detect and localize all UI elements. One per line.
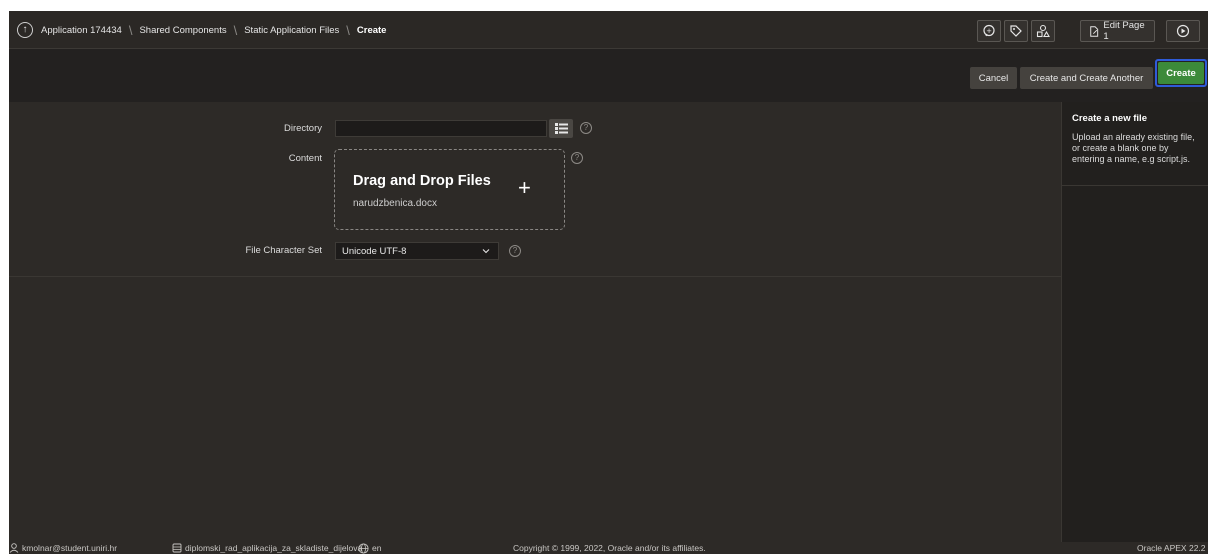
button-bar: Cancel Create and Create Another Create <box>9 49 1208 102</box>
breadcrumb: ↑ Application 174434 \ Shared Components… <box>17 21 386 39</box>
run-page-button[interactable] <box>1166 20 1200 42</box>
apex-builder-window: ↑ Application 174434 \ Shared Components… <box>9 11 1208 554</box>
edit-page-button[interactable]: Edit Page 1 <box>1080 20 1155 42</box>
charset-select[interactable]: Unicode UTF-8 <box>335 242 499 260</box>
create-another-button[interactable]: Create and Create Another <box>1020 67 1153 89</box>
user-icon <box>9 543 19 553</box>
help-block: Create a new file Upload an already exis… <box>1062 102 1208 186</box>
feedback-button[interactable]: + <box>977 20 1001 42</box>
breadcrumb-separator: \ <box>346 22 350 38</box>
charset-value: Unicode UTF-8 <box>342 245 407 257</box>
globe-icon <box>358 542 369 554</box>
feedback-icon: + <box>983 24 995 37</box>
shapes-icon <box>1036 24 1050 38</box>
dropzone-title: Drag and Drop Files <box>353 173 491 189</box>
breadcrumb-separator: \ <box>128 22 133 38</box>
footer-workspace-label: diplomski_rad_aplikacija_za_skladiste_di… <box>185 543 363 553</box>
chevron-down-icon <box>482 249 490 254</box>
edit-page-label: Edit Page 1 <box>1103 20 1145 42</box>
shared-components-button[interactable] <box>1004 20 1028 42</box>
svg-text:+: + <box>986 27 992 35</box>
list-icon <box>554 123 568 134</box>
dropzone-filename: narudzbenica.docx <box>353 198 437 209</box>
breadcrumb-current: Create <box>356 24 387 36</box>
directory-list-button[interactable] <box>549 119 573 138</box>
arrow-up-icon[interactable]: ↑ <box>17 22 33 38</box>
footer-language[interactable]: en <box>358 542 381 554</box>
create-button[interactable]: Create <box>1158 62 1204 84</box>
cancel-button[interactable]: Cancel <box>970 67 1017 89</box>
play-icon <box>1176 24 1190 38</box>
footer-copyright: Copyright © 1999, 2022, Oracle and/or it… <box>513 543 706 553</box>
tag-icon <box>1010 25 1022 37</box>
footer-user-label: kmolnar@student.uniri.hr <box>22 543 118 553</box>
charset-help-icon[interactable]: ? <box>509 245 521 257</box>
help-sidebar: Create a new file Upload an already exis… <box>1061 102 1208 542</box>
breadcrumb-application[interactable]: Application 174434 <box>41 25 122 36</box>
content-label: Content <box>288 153 322 164</box>
directory-input[interactable] <box>335 120 547 137</box>
edit-page-icon <box>1090 25 1099 37</box>
footer-workspace[interactable]: diplomski_rad_aplikacija_za_skladiste_di… <box>172 542 362 554</box>
file-dropzone[interactable]: Drag and Drop Files narudzbenica.docx + <box>334 149 565 230</box>
charset-label: File Character Set <box>245 245 322 256</box>
help-text: Upload an already existing file, or crea… <box>1072 132 1195 164</box>
header-bar: ↑ Application 174434 \ Shared Components… <box>9 11 1208 49</box>
plus-icon: + <box>518 175 531 200</box>
main-region: Directory ? Content Drag and Drop Files … <box>9 102 1061 542</box>
breadcrumb-shared-components[interactable]: Shared Components <box>139 25 226 36</box>
footer-user[interactable]: kmolnar@student.uniri.hr <box>9 542 117 554</box>
footer-version: Oracle APEX 22.2 <box>1137 543 1206 553</box>
content-help-icon[interactable]: ? <box>571 152 583 164</box>
breadcrumb-static-files[interactable]: Static Application Files <box>244 25 339 36</box>
form-region: Directory ? Content Drag and Drop Files … <box>9 102 1061 277</box>
components-button[interactable] <box>1031 20 1055 42</box>
help-title: Create a new file <box>1072 113 1147 124</box>
database-icon <box>172 543 182 553</box>
directory-label: Directory <box>283 123 322 134</box>
footer: kmolnar@student.uniri.hr diplomski_rad_a… <box>9 542 1208 554</box>
directory-help-icon[interactable]: ? <box>580 122 592 134</box>
footer-language-label: en <box>372 543 382 553</box>
breadcrumb-separator: \ <box>233 22 238 38</box>
